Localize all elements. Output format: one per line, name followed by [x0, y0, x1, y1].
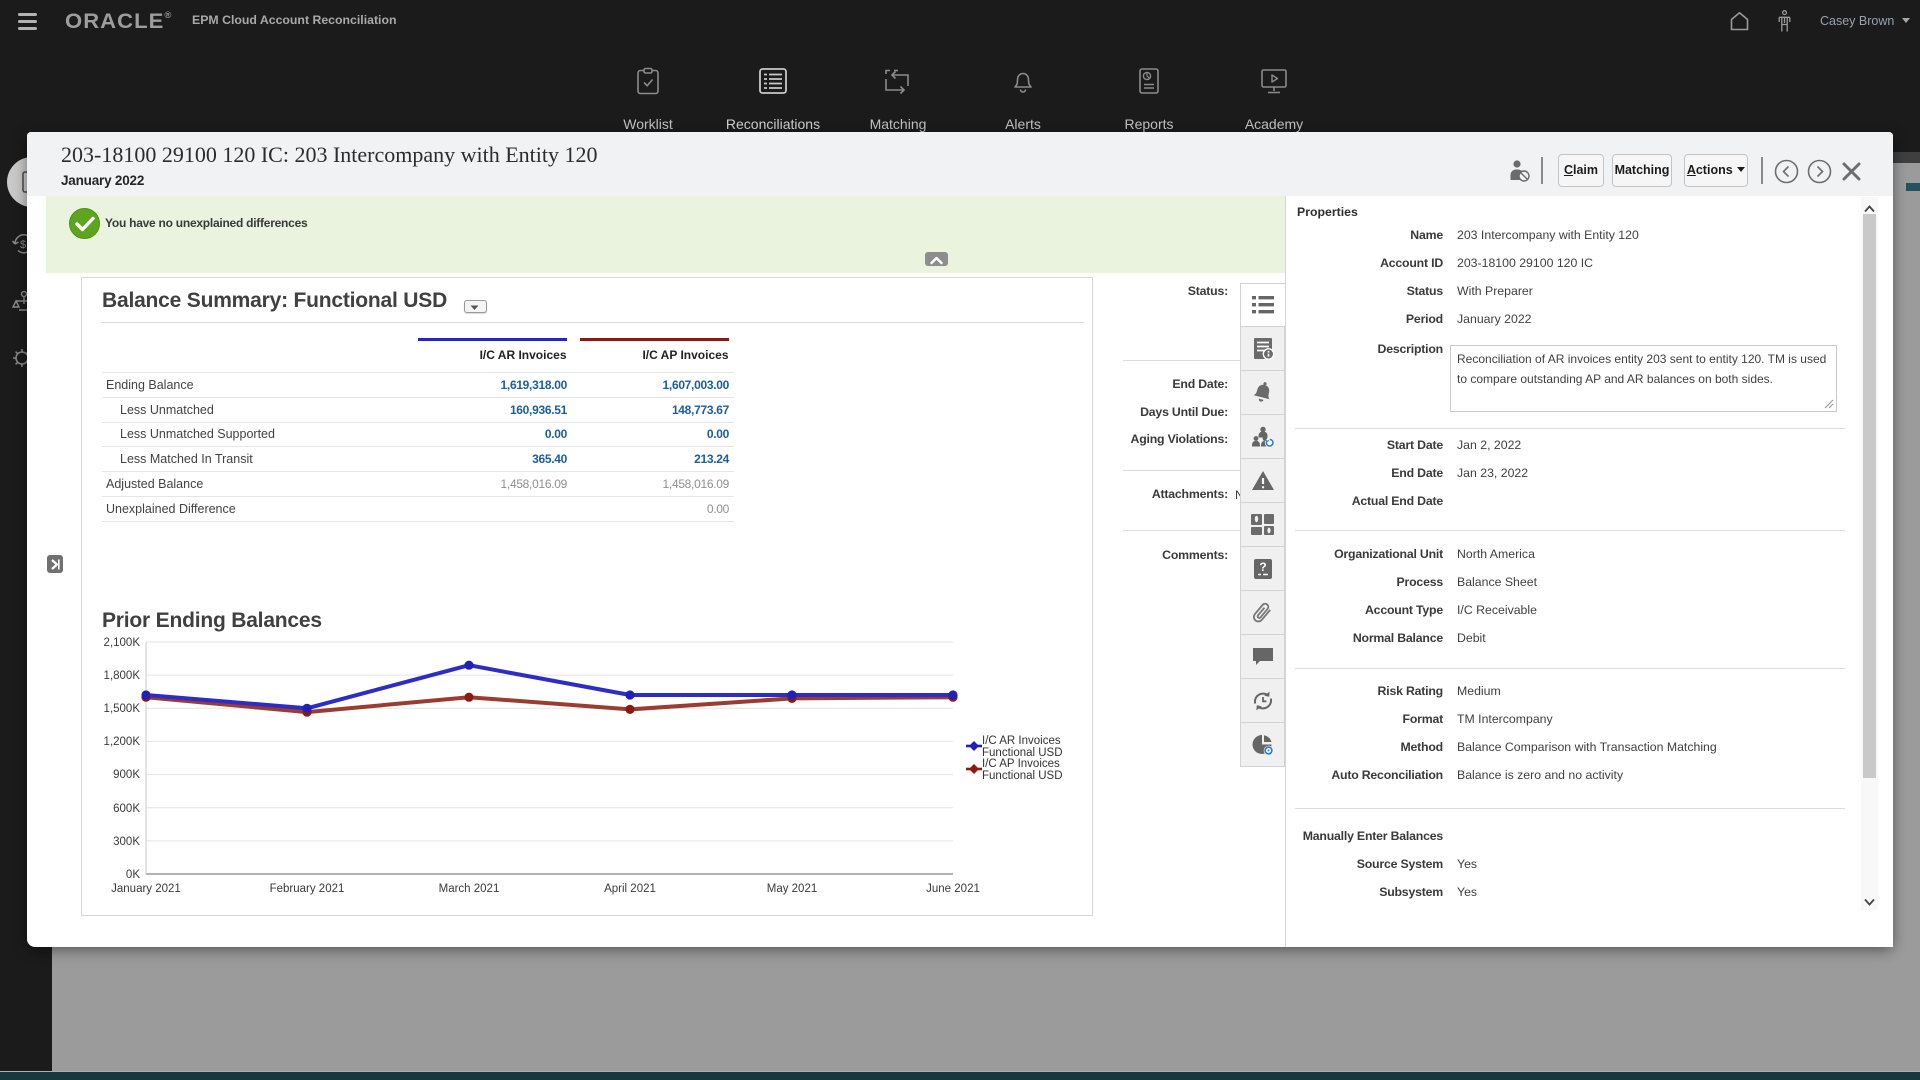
svg-text:2,100K: 2,100K [104, 637, 141, 649]
svg-text:$: $ [20, 239, 26, 251]
svg-text:March 2021: March 2021 [439, 883, 500, 895]
svg-text:300K: 300K [113, 836, 140, 848]
svg-text:January 2021: January 2021 [111, 883, 181, 895]
svg-text:?: ? [1259, 560, 1266, 574]
svg-text:1,800K: 1,800K [104, 670, 141, 682]
svg-text:I/C AR Invoices: I/C AR Invoices [982, 735, 1061, 747]
svg-text:June 2021: June 2021 [926, 883, 980, 895]
svg-text:Functional USD: Functional USD [982, 770, 1063, 782]
svg-text:April 2021: April 2021 [604, 883, 656, 895]
svg-text:0K: 0K [126, 869, 140, 881]
svg-text:February 2021: February 2021 [270, 883, 345, 895]
svg-text:1,200K: 1,200K [104, 736, 141, 748]
svg-text:600K: 600K [113, 803, 140, 815]
svg-text:I/C AP Invoices: I/C AP Invoices [982, 758, 1060, 770]
svg-text:1,500K: 1,500K [104, 703, 141, 715]
svg-text:May 2021: May 2021 [767, 883, 818, 895]
svg-text:900K: 900K [113, 769, 140, 781]
